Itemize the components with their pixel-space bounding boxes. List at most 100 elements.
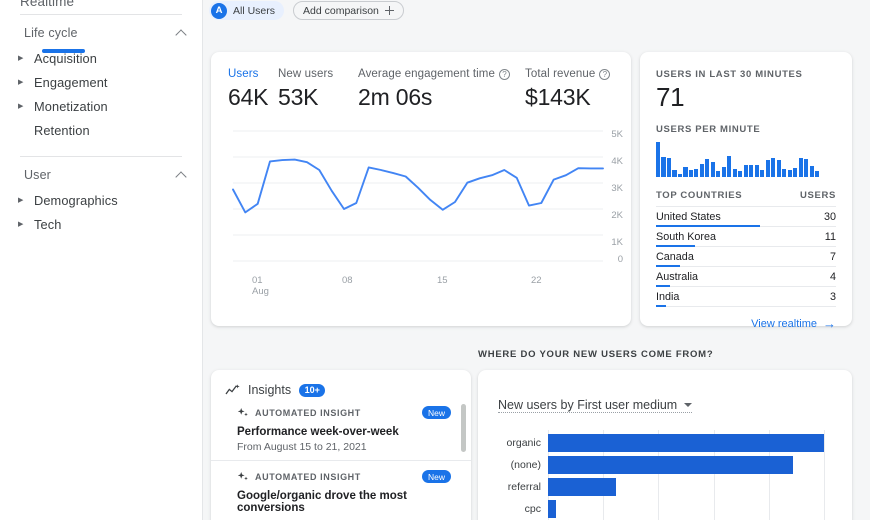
bar-category-label: organic	[506, 437, 541, 449]
y-axis-tick: 3K	[611, 183, 623, 194]
bar	[771, 157, 776, 177]
x-axis-tick: 08	[342, 275, 353, 286]
avatar: A	[211, 2, 227, 19]
bar	[672, 170, 677, 177]
bar	[661, 156, 666, 177]
users-per-minute-bar-chart[interactable]	[656, 142, 836, 177]
metric-value: 64K	[228, 84, 269, 110]
comparison-bar: A All Users Add comparison	[203, 0, 870, 22]
bar	[727, 155, 732, 177]
metric-value: 53K	[278, 84, 319, 110]
chevron-up-icon[interactable]	[176, 169, 188, 181]
insight-item[interactable]: AUTOMATED INSIGHT New Performance week-o…	[211, 397, 471, 460]
insight-headline: Google/organic drove the most conversion…	[237, 490, 407, 514]
help-icon[interactable]: ?	[599, 68, 611, 80]
country-row[interactable]: Canada 7	[656, 247, 836, 267]
country-row[interactable]: United States 30	[656, 207, 836, 227]
sidebar-item-label: Tech	[34, 216, 62, 232]
sidebar-divider-2	[20, 156, 182, 157]
analytics-dashboard: Realtime Life cycle ▶ Acquisition ▶ Enga…	[0, 0, 870, 520]
country-row[interactable]: India 3	[656, 287, 836, 307]
insight-headline: Performance week-over-week	[237, 426, 399, 438]
sidebar-section-life-cycle[interactable]: Life cycle	[0, 19, 202, 46]
metric-label: Users	[228, 68, 259, 80]
insights-header: Insights 10+	[211, 370, 471, 397]
bar	[677, 173, 683, 177]
bar	[705, 158, 710, 177]
bar	[749, 164, 754, 177]
bar	[815, 171, 820, 177]
country-row[interactable]: South Korea 11	[656, 227, 836, 247]
acquisition-section-caption: WHERE DO YOUR NEW USERS COME FROM?	[478, 349, 714, 360]
bar	[548, 478, 616, 496]
country-row[interactable]: Australia 4	[656, 267, 836, 287]
country-name: Australia	[656, 270, 699, 283]
metric-total-revenue[interactable]: Total revenue ? $143K	[525, 68, 611, 111]
metric-label: Total revenue	[525, 68, 596, 80]
sidebar-item-acquisition[interactable]: ▶ Acquisition	[0, 46, 202, 70]
audience-chip-all-users[interactable]: A All Users	[209, 1, 285, 20]
sidebar-item-tech[interactable]: ▶ Tech	[0, 212, 202, 236]
insight-new-badge: New	[421, 406, 451, 419]
metric-avg-engagement-time[interactable]: Average engagement time ? 2m 06s	[358, 68, 525, 111]
view-realtime-link[interactable]: View realtime →	[656, 317, 836, 330]
sidebar-item-realtime[interactable]: Realtime	[20, 0, 74, 9]
triangle-right-icon: ▶	[18, 102, 24, 110]
bar	[754, 164, 759, 177]
help-icon[interactable]: ?	[498, 68, 510, 80]
bar-row[interactable]: cpc	[525, 498, 824, 520]
add-comparison-button[interactable]: Add comparison	[293, 1, 404, 20]
bar	[721, 166, 726, 177]
triangle-right-icon: ▶	[18, 78, 24, 86]
bar-category-label: cpc	[524, 503, 541, 515]
insights-trend-icon	[225, 383, 240, 394]
metric-value: 2m 06s	[358, 84, 433, 110]
metric-label: New users	[278, 68, 334, 80]
sparkle-icon	[237, 408, 248, 417]
sidebar-item-monetization[interactable]: ▶ Monetization	[0, 94, 202, 118]
acquisition-card: New users by First user medium organic (…	[478, 370, 852, 520]
sidebar-item-label: Demographics	[34, 192, 118, 208]
add-comparison-label: Add comparison	[303, 4, 379, 17]
bar	[765, 160, 770, 177]
chevron-up-icon[interactable]	[176, 27, 188, 39]
bar	[699, 163, 704, 177]
sidebar-item-demographics[interactable]: ▶ Demographics	[0, 188, 202, 212]
view-realtime-label: View realtime	[751, 317, 817, 330]
metric-summary-row: Users 64K New users 53K Average engageme…	[211, 52, 631, 111]
bar	[656, 142, 661, 177]
country-name: United States	[656, 210, 721, 223]
y-axis-tick: 4K	[611, 156, 623, 167]
bar-row[interactable]: (none)	[511, 454, 824, 476]
metric-users[interactable]: Users 64K	[228, 68, 278, 111]
users-column-header: USERS	[800, 190, 836, 201]
users-per-minute-caption: USERS PER MINUTE	[656, 124, 761, 135]
x-axis-tick: 22	[531, 275, 542, 286]
insights-title: Insights	[248, 383, 292, 397]
x-axis-tick: 01 Aug	[252, 275, 269, 297]
users-line-chart[interactable]: 5K 4K 3K 2K 1K 0 01 Aug 08 15 22	[211, 123, 631, 297]
bar	[548, 434, 824, 452]
sidebar-item-retention[interactable]: ▶ Retention	[0, 118, 202, 142]
new-users-by-medium-chart[interactable]: organic (none) referral cpc	[478, 430, 852, 520]
acquisition-dimension-selector[interactable]: New users by First user medium	[498, 384, 693, 413]
insights-scrollbar[interactable]	[461, 404, 466, 452]
x-axis-tick: 15	[437, 275, 448, 286]
y-axis-tick: 0	[617, 254, 623, 265]
line-chart-svg	[232, 130, 604, 262]
bar	[683, 166, 688, 177]
bar	[694, 169, 699, 177]
sidebar-section-user[interactable]: User	[0, 161, 202, 188]
bar	[787, 170, 792, 177]
metric-new-users[interactable]: New users 53K	[278, 68, 358, 111]
users-overview-card: Users 64K New users 53K Average engageme…	[211, 52, 631, 326]
arrow-right-icon: →	[823, 316, 836, 331]
insight-item[interactable]: AUTOMATED INSIGHT New Google/organic dro…	[211, 460, 471, 520]
bar	[732, 169, 737, 177]
country-users: 3	[829, 290, 836, 303]
bar-row[interactable]: referral	[508, 476, 824, 498]
top-countries-header: TOP COUNTRIES USERS	[656, 190, 836, 207]
sparkle-icon	[237, 472, 248, 481]
sidebar-item-engagement[interactable]: ▶ Engagement	[0, 70, 202, 94]
bar-row[interactable]: organic	[507, 432, 824, 454]
